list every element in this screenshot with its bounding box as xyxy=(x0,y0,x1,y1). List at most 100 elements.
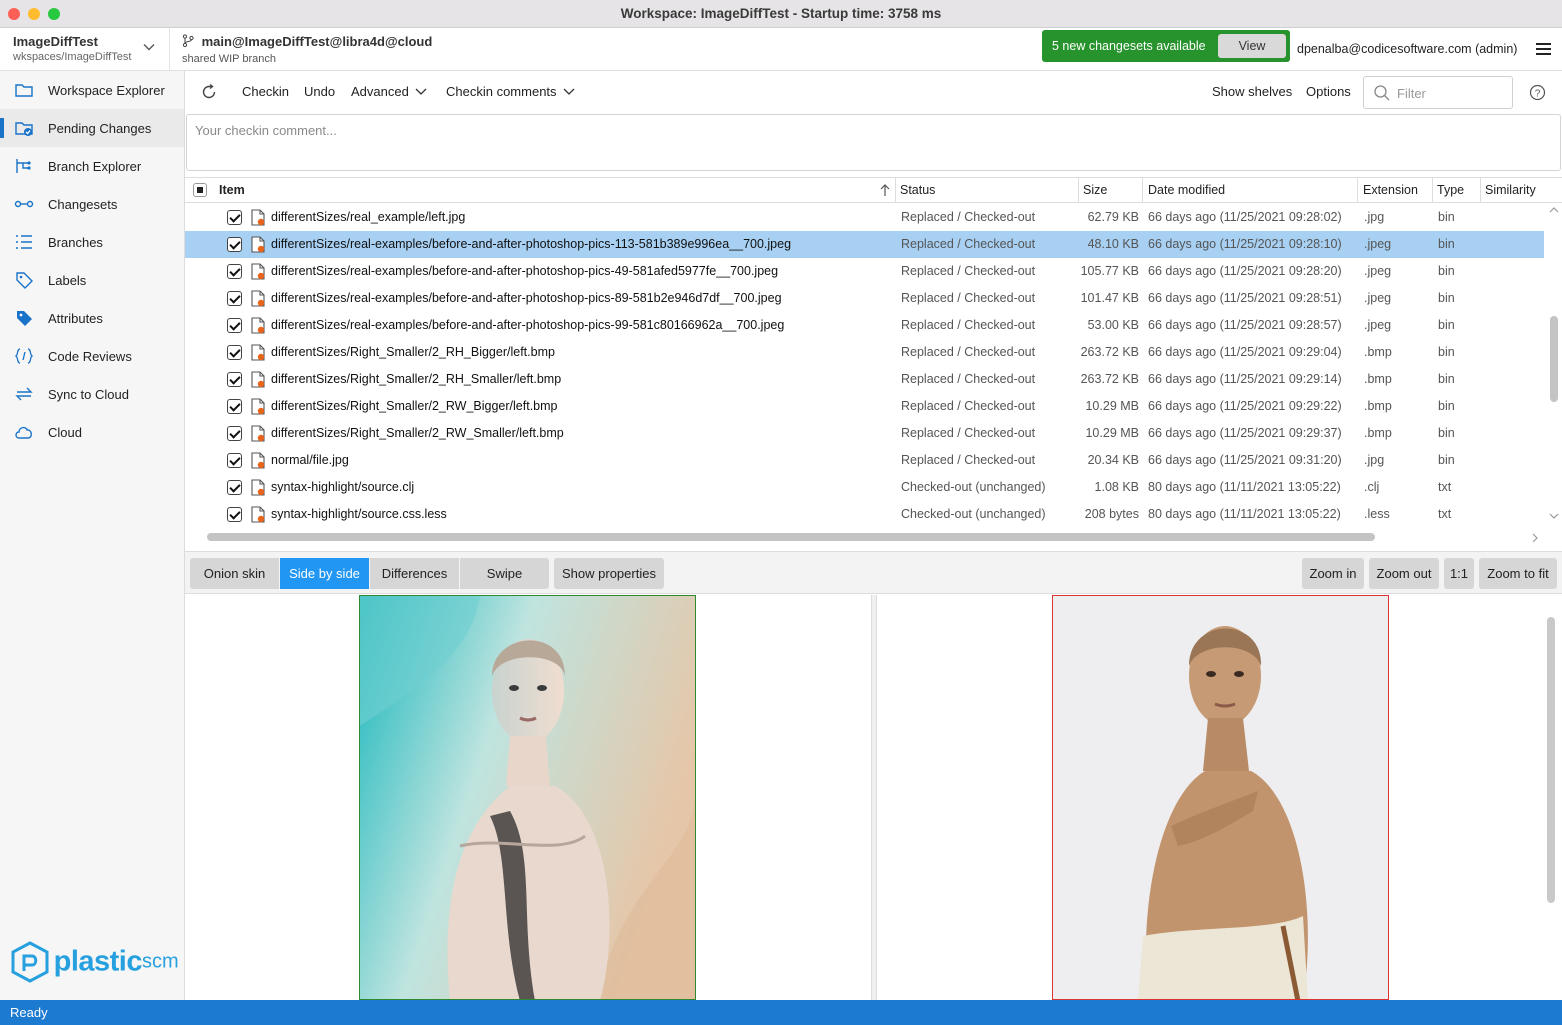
column-type[interactable]: Type xyxy=(1437,183,1464,197)
column-extension[interactable]: Extension xyxy=(1363,183,1418,197)
table-row[interactable]: syntax-highlight/source.clj Checked-out (… xyxy=(185,474,1544,501)
sidebar-item-labels[interactable]: Labels xyxy=(0,261,184,299)
vertical-scroll-thumb[interactable] xyxy=(1550,316,1558,402)
vertical-scrollbar[interactable] xyxy=(1547,204,1562,524)
row-checkbox[interactable] xyxy=(227,345,242,360)
row-checkbox[interactable] xyxy=(227,453,242,468)
horizontal-scrollbar[interactable] xyxy=(207,533,1547,543)
right-image-preview[interactable] xyxy=(1052,595,1389,1000)
table-row[interactable]: syntax-highlight/source.css.less Checked-… xyxy=(185,501,1544,528)
sidebar-item-label: Pending Changes xyxy=(48,121,152,136)
sidebar-item-workspace-explorer[interactable]: Workspace Explorer xyxy=(0,71,184,109)
sidebar-item-code-reviews[interactable]: Code Reviews xyxy=(0,337,184,375)
row-checkbox[interactable] xyxy=(227,291,242,306)
options-button[interactable]: Options xyxy=(1306,84,1351,99)
filter-placeholder: Filter xyxy=(1397,86,1426,101)
view-changesets-button[interactable]: View xyxy=(1218,34,1286,58)
scroll-right-icon[interactable] xyxy=(1531,533,1539,543)
row-checkbox[interactable] xyxy=(227,318,242,333)
table-row[interactable]: differentSizes/real-examples/before-and-… xyxy=(185,285,1544,312)
sidebar-item-changesets[interactable]: Changesets xyxy=(0,185,184,223)
table-row[interactable]: differentSizes/real-examples/before-and-… xyxy=(185,231,1544,258)
checkin-button[interactable]: Checkin xyxy=(242,84,289,99)
row-checkbox[interactable] xyxy=(227,264,242,279)
sidebar-item-attributes[interactable]: Attributes xyxy=(0,299,184,337)
sidebar-item-cloud[interactable]: Cloud xyxy=(0,413,184,451)
swipe-tab[interactable]: Swipe xyxy=(460,558,549,589)
zoom-out-button[interactable]: Zoom out xyxy=(1369,558,1439,589)
table-row[interactable]: differentSizes/Right_Smaller/2_RW_Smalle… xyxy=(185,420,1544,447)
checkin-comment-field[interactable]: Your checkin comment... xyxy=(186,114,1561,171)
user-account[interactable]: dpenalba@codicesoftware.com (admin) xyxy=(1297,42,1517,56)
scroll-up-icon[interactable] xyxy=(1549,206,1559,214)
sidebar-item-sync-to-cloud[interactable]: Sync to Cloud xyxy=(0,375,184,413)
maximize-window-button[interactable] xyxy=(48,8,60,20)
sidebar-item-pending-changes[interactable]: Pending Changes xyxy=(0,109,184,147)
row-checkbox[interactable] xyxy=(227,399,242,414)
table-row[interactable]: differentSizes/real-examples/before-and-… xyxy=(185,312,1544,339)
column-item[interactable]: Item xyxy=(219,183,245,197)
column-separator[interactable] xyxy=(1432,178,1433,203)
actual-size-button[interactable]: 1:1 xyxy=(1444,558,1474,589)
branch-selector[interactable]: main@ImageDiffTest@libra4d@cloud xyxy=(182,34,432,49)
advanced-dropdown[interactable]: Advanced xyxy=(351,84,427,99)
column-status[interactable]: Status xyxy=(900,183,935,197)
show-shelves-button[interactable]: Show shelves xyxy=(1212,84,1292,99)
refresh-icon[interactable] xyxy=(200,83,218,101)
row-type: bin xyxy=(1438,453,1455,467)
row-type: bin xyxy=(1438,345,1455,359)
help-icon[interactable]: ? xyxy=(1529,84,1546,101)
table-row[interactable]: differentSizes/real_example/left.jpg Repl… xyxy=(185,204,1544,231)
minimize-window-button[interactable] xyxy=(28,8,40,20)
row-item-path: differentSizes/real_example/left.jpg xyxy=(271,210,466,224)
pane-splitter[interactable] xyxy=(871,595,877,1000)
row-checkbox[interactable] xyxy=(227,372,242,387)
row-checkbox[interactable] xyxy=(227,480,242,495)
column-separator[interactable] xyxy=(1357,178,1358,203)
close-window-button[interactable] xyxy=(8,8,20,20)
zoom-to-fit-button[interactable]: Zoom to fit xyxy=(1479,558,1557,589)
viewer-vertical-scrollbar[interactable] xyxy=(1547,617,1555,903)
zoom-in-button[interactable]: Zoom in xyxy=(1302,558,1364,589)
column-separator[interactable] xyxy=(1480,178,1481,203)
table-row[interactable]: differentSizes/Right_Smaller/2_RH_Bigger… xyxy=(185,339,1544,366)
column-size[interactable]: Size xyxy=(1083,183,1107,197)
row-extension: .less xyxy=(1364,507,1390,521)
workspace-selector[interactable]: ImageDiffTest wkspaces/ImageDiffTest xyxy=(0,28,170,71)
column-similarity[interactable]: Similarity xyxy=(1485,183,1536,197)
menu-icon[interactable] xyxy=(1536,42,1551,56)
table-row[interactable]: differentSizes/Right_Smaller/2_RW_Bigger… xyxy=(185,393,1544,420)
show-properties-button[interactable]: Show properties xyxy=(554,558,664,589)
sidebar-item-branches[interactable]: Branches xyxy=(0,223,184,261)
row-checkbox[interactable] xyxy=(227,507,242,522)
table-row[interactable]: normal/file.jpg Replaced / Checked-out 20.… xyxy=(185,447,1544,474)
side-by-side-tab[interactable]: Side by side xyxy=(280,558,369,589)
pending-changes-icon xyxy=(15,122,33,136)
row-extension: .bmp xyxy=(1364,345,1392,359)
column-separator[interactable] xyxy=(895,178,896,203)
table-row[interactable]: differentSizes/Right_Smaller/2_RH_Smalle… xyxy=(185,366,1544,393)
filter-input[interactable]: Filter xyxy=(1363,76,1513,109)
row-extension: .bmp xyxy=(1364,399,1392,413)
row-checkbox[interactable] xyxy=(227,426,242,441)
column-separator[interactable] xyxy=(1142,178,1143,203)
row-status: Replaced / Checked-out xyxy=(901,318,1036,332)
checkin-comments-dropdown[interactable]: Checkin comments xyxy=(446,84,575,99)
row-type: bin xyxy=(1438,237,1455,251)
row-checkbox[interactable] xyxy=(227,210,242,225)
select-all-checkbox[interactable] xyxy=(193,183,207,197)
differences-tab[interactable]: Differences xyxy=(370,558,459,589)
row-checkbox[interactable] xyxy=(227,237,242,252)
onion-skin-tab[interactable]: Onion skin xyxy=(190,558,279,589)
new-changesets-notification: 5 new changesets available View xyxy=(1042,30,1290,62)
scroll-down-icon[interactable] xyxy=(1549,512,1559,520)
sidebar-item-branch-explorer[interactable]: Branch Explorer xyxy=(0,147,184,185)
column-date-modified[interactable]: Date modified xyxy=(1148,183,1225,197)
row-size: 62.79 KB xyxy=(1087,210,1139,224)
table-row[interactable]: differentSizes/real-examples/before-and-… xyxy=(185,258,1544,285)
left-image-preview[interactable] xyxy=(359,595,696,1000)
column-separator[interactable] xyxy=(1078,178,1079,203)
horizontal-scroll-thumb[interactable] xyxy=(207,533,1375,541)
undo-button[interactable]: Undo xyxy=(304,84,335,99)
window-title: Workspace: ImageDiffTest - Startup time:… xyxy=(620,6,942,21)
